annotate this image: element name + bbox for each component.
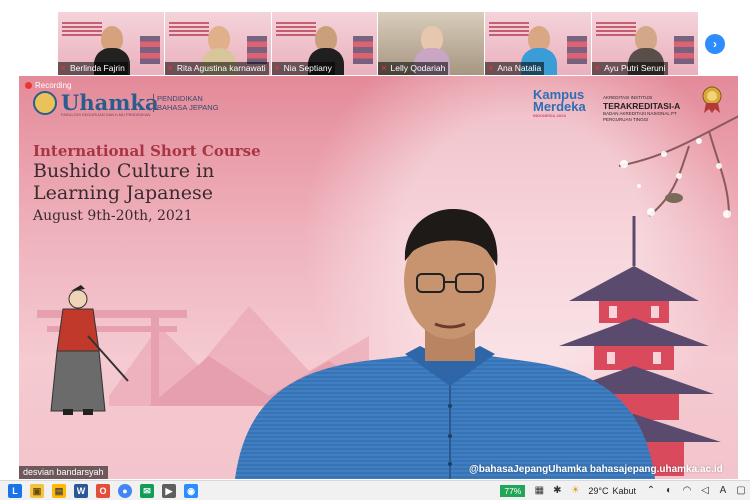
participant-tile[interactable]: ✕ Lelly Qodariah	[378, 12, 485, 75]
speaker-video	[235, 208, 655, 479]
bluetooth-icon[interactable]: ✱	[551, 485, 563, 497]
chevron-up-icon[interactable]: ⌃	[645, 485, 657, 497]
participant-tile[interactable]: ✕ Nia Septiany	[271, 12, 378, 75]
accreditation-top: AKREDITASI INSTITUSI	[603, 95, 653, 100]
file-explorer-icon[interactable]: ▣	[30, 483, 44, 498]
office-icon[interactable]: O	[96, 483, 110, 498]
weather-icon[interactable]: ☀	[569, 485, 581, 497]
speaker-name-label: desvian bandarsyah	[19, 466, 108, 479]
participant-tile[interactable]: ✕ Ayu Putri Seruni	[592, 12, 698, 75]
next-page-button[interactable]: ›	[705, 34, 725, 54]
mic-muted-icon: ✕	[60, 64, 67, 73]
mic-muted-icon: ✕	[487, 64, 495, 73]
participant-name: Ayu Putri Seruni	[592, 62, 669, 75]
camera-icon[interactable]: ◉	[184, 483, 198, 498]
folder-icon[interactable]: ▤	[52, 483, 66, 498]
pagoda-thumbnail	[567, 36, 588, 64]
participant-tile[interactable]: ✕ Berlinda Fajrin	[58, 12, 164, 75]
participant-name: Nia Septiany	[271, 62, 335, 75]
brand-tagline: FAKULTAS KEGURUAN DAN ILMU PENDIDIKAN	[61, 112, 151, 117]
word-icon[interactable]: W	[74, 483, 88, 498]
zoom-meeting-window: { "participants": [ {"name": "Berlinda F…	[0, 0, 750, 500]
record-icon	[25, 82, 32, 89]
chrome-icon[interactable]: ●	[118, 483, 132, 498]
pagoda-thumbnail	[139, 36, 160, 64]
participant-name: Rita Agustina karnawati	[164, 62, 269, 75]
search-icon[interactable]: L	[8, 483, 22, 498]
mic-muted-icon: ✕	[273, 64, 281, 73]
participant-tile[interactable]: ✕ Rita Agustina karnawati	[164, 12, 271, 75]
notification-icon[interactable]: ▢	[735, 485, 747, 497]
mic-muted-icon: ✕	[594, 64, 601, 73]
merdeka-title: Kampus Merdeka	[533, 87, 586, 114]
social-handle-text: @bahasaJepangUhamka bahasajepang.uhamka.…	[469, 464, 723, 475]
mic-muted-icon: ✕	[380, 64, 388, 73]
pagoda-thumbnail	[673, 36, 694, 64]
battery-indicator[interactable]: 77%	[500, 485, 526, 497]
department-name: PENDIDIKAN BAHASA JEPANG	[153, 94, 223, 112]
participant-strip: ✕ Berlinda Fajrin ✕ Rita Agustina karnaw…	[58, 12, 698, 75]
recording-indicator: Recording	[25, 81, 71, 90]
mic-icon[interactable]: ◐	[663, 485, 675, 497]
weather-text: Kabut	[612, 486, 636, 496]
temperature-text: 29°C	[588, 486, 609, 496]
participant-tile[interactable]: ✕ Ana Natalia	[485, 12, 592, 75]
participant-name: Berlinda Fajrin	[58, 62, 128, 75]
participant-name: Lelly Qodariah	[378, 62, 449, 75]
pagoda-thumbnail	[246, 36, 267, 64]
uhamka-logo: Uhamka FAKULTAS KEGURUAN DAN ILMU PENDID…	[33, 90, 219, 118]
windows-taskbar: L ▣ ▤ W O ● ✉ ▶ ◉ 77% ▦ ✱ ☀ 29°C Kabut ⌃…	[0, 480, 750, 500]
active-speaker-video: Recording Uhamka FAKULTAS KEGURUAN DAN I…	[19, 76, 738, 479]
language-icon[interactable]: A	[717, 485, 729, 497]
recording-label: Recording	[35, 81, 72, 90]
samurai-illustration	[50, 285, 129, 415]
network-icon[interactable]: ▦	[533, 485, 545, 497]
media-icon[interactable]: ▶	[162, 483, 176, 498]
mic-muted-icon: ✕	[166, 64, 174, 73]
wifi-icon[interactable]: ◠	[681, 485, 693, 497]
university-seal-icon	[33, 91, 57, 115]
system-tray: 77% ▦ ✱ ☀ 29°C Kabut ⌃ ◐ ◠ ◁ A ▢	[500, 481, 750, 500]
volume-icon[interactable]: ◁	[699, 485, 711, 497]
pagoda-thumbnail	[353, 36, 374, 64]
email-icon[interactable]: ✉	[140, 483, 154, 498]
